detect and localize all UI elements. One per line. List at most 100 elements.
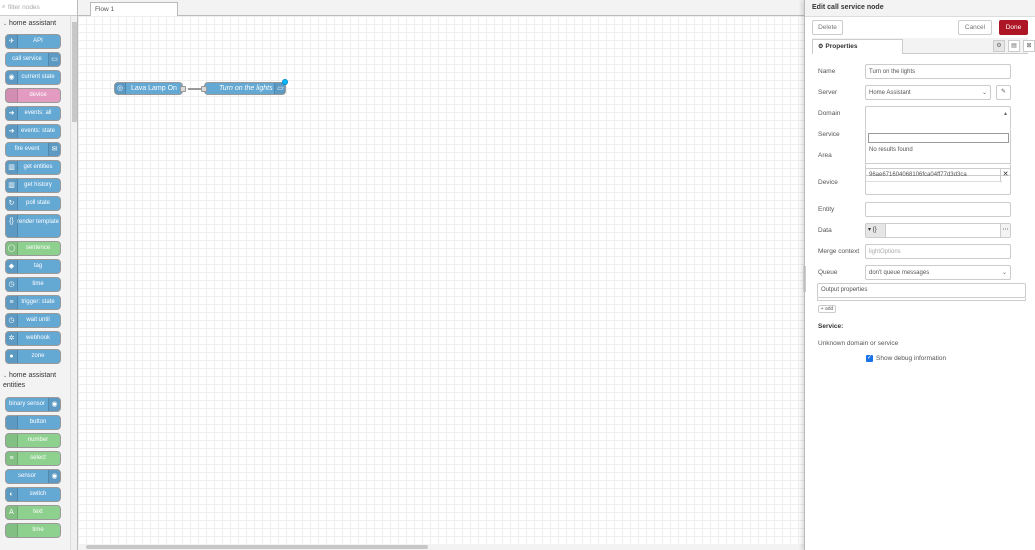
flow-canvas[interactable]: ◎ Lava Lamp On Turn on the lights ▭ [78, 16, 804, 544]
tray-tabs: ⚙ Properties ⚙ ▤ ⊠ [812, 38, 1035, 54]
data-input[interactable]: ▾ {} ⋯ [865, 223, 1011, 238]
domain-select[interactable]: ▴ [865, 106, 1011, 130]
flow-node-lava-lamp-on[interactable]: ◎ Lava Lamp On [114, 82, 186, 95]
palette-node[interactable]: ● zone [5, 349, 61, 364]
palette-node[interactable]: ➜ events: state [5, 124, 61, 139]
unknown-service-text: Unknown domain or service [818, 340, 899, 347]
palette-category[interactable]: ⌄ home assistant entities [0, 367, 70, 397]
server-select-value: Home Assistant [869, 90, 911, 96]
palette-node[interactable]: Atext [5, 505, 61, 520]
canvas-horizontal-scrollbar[interactable] [78, 544, 804, 550]
palette-scrollbar[interactable] [70, 16, 77, 550]
device-label: Device [818, 179, 838, 186]
palette-category[interactable]: ⌄ home assistant [0, 16, 70, 34]
tab-properties[interactable]: ⚙ Properties [812, 39, 903, 54]
palette-node[interactable]: ▥ get entities [5, 160, 61, 175]
node-red-app: ⌕ filter nodes ⌄ home assistant ✈ API ▭ call … [0, 0, 1035, 550]
clock-icon: ◷ [6, 278, 18, 291]
refresh-icon: ↻ [6, 197, 18, 210]
palette-node-label: button [29, 419, 47, 425]
area-label: Area [818, 152, 832, 159]
delete-button[interactable]: Delete [812, 20, 843, 35]
palette-filter[interactable]: ⌕ filter nodes [0, 0, 77, 16]
palette-node[interactable]: ↻ poll state [5, 196, 61, 211]
tab-description-icon[interactable]: ▤ [1008, 40, 1020, 52]
domain-label: Domain [818, 110, 841, 117]
domain-search-input[interactable] [868, 133, 1009, 143]
button-icon [6, 416, 18, 429]
flow-node-turn-on-lights[interactable]: Turn on the lights ▭ [201, 79, 288, 95]
palette-node[interactable]: ◷ wait until [5, 313, 61, 328]
queue-select[interactable]: don't queue messages ⌄ [865, 265, 1011, 280]
edit-server-button[interactable]: ✎ [996, 85, 1011, 100]
server-select[interactable]: Home Assistant ⌄ [865, 85, 991, 100]
webhook-icon: ✲ [6, 332, 18, 345]
palette-node-label: get entities [23, 164, 53, 170]
node-palette: ⌕ filter nodes ⌄ home assistant ✈ API ▭ call … [0, 0, 78, 550]
edit-tray: Edit call service node Delete Cancel Don… [803, 0, 1035, 550]
no-results-text: No results found [869, 147, 913, 153]
event-icon: ✉ [48, 143, 60, 156]
debug-checkbox[interactable]: ✓ [866, 355, 873, 362]
palette-node[interactable]: ◉ sensor [5, 469, 61, 484]
add-output-property-button[interactable]: + add [818, 305, 836, 313]
debug-checkbox-label: Show debug information [876, 355, 947, 362]
router-icon: ▭ [48, 53, 60, 66]
palette-node-label: time [32, 281, 44, 287]
changed-indicator [282, 79, 288, 85]
palette-category-label: home assistant [9, 20, 57, 27]
data-type-selector[interactable]: ▾ {} [866, 224, 886, 237]
input-port[interactable] [201, 86, 207, 92]
palette-node-label: poll state [25, 200, 50, 206]
merge-context-input[interactable]: lightOptions [865, 244, 1011, 259]
gear-icon: ⚙ [818, 44, 824, 50]
entity-input[interactable] [865, 202, 1011, 217]
device-tag: 96ae67160406810​6fca04ff77d3d3ca [866, 169, 1002, 182]
palette-node[interactable]: ◉ current state [5, 70, 61, 85]
history-icon: ▥ [6, 179, 18, 192]
palette-node[interactable]: ✲ webhook [5, 331, 61, 346]
palette-node[interactable]: ≡ select [5, 451, 61, 466]
eye-icon: ◉ [6, 71, 18, 84]
close-icon[interactable]: ✕ [1000, 169, 1010, 182]
palette-node[interactable]: ◐ switch [5, 487, 61, 502]
palette-node[interactable]: ◯ sentence [5, 241, 61, 256]
palette-node-list: ⌄ home assistant ✈ API ▭ call service ◉ current… [0, 16, 70, 550]
queue-label: Queue [818, 269, 838, 276]
palette-node[interactable]: ◉ binary sensor [5, 397, 61, 412]
queue-select-value: don't queue messages [869, 270, 930, 276]
workspace-tabbar: Flow 1 [78, 0, 804, 16]
palette-scrollbar-thumb[interactable] [72, 22, 77, 122]
time-icon [6, 524, 18, 537]
palette-node[interactable]: ✉ fire event [5, 142, 61, 157]
service-heading: Service: [818, 323, 844, 330]
cancel-button[interactable]: Cancel [958, 20, 992, 35]
tab-flow-1[interactable]: Flow 1 [90, 2, 178, 16]
chevron-down-icon: ⌄ [1001, 270, 1007, 276]
palette-node-label: switch [29, 491, 47, 497]
service-label: Service [818, 131, 840, 138]
palette-node[interactable]: device [5, 88, 61, 103]
name-input[interactable]: Turn on the lights [865, 64, 1011, 79]
sensor-icon: ◉ [48, 470, 60, 483]
palette-node[interactable]: ≡ trigger: state [5, 295, 61, 310]
palette-node[interactable]: {} render template [5, 214, 61, 238]
expand-editor-icon[interactable]: ⋯ [1000, 224, 1010, 237]
palette-node[interactable]: ◷ time [5, 277, 61, 292]
palette-node[interactable]: ✈ API [5, 34, 61, 49]
done-button[interactable]: Done [999, 20, 1028, 35]
output-port[interactable] [180, 86, 186, 92]
palette-node[interactable]: ➜ events: all [5, 106, 61, 121]
palette-node[interactable]: button [5, 415, 61, 430]
tab-appearance-icon[interactable]: ⊠ [1023, 40, 1035, 52]
palette-node[interactable]: ▥ get history [5, 178, 61, 193]
palette-node[interactable]: ▭ call service [5, 52, 61, 67]
palette-node[interactable]: time [5, 523, 61, 538]
arrow-icon: ➜ [6, 125, 18, 138]
canvas-scrollbar-thumb[interactable] [86, 545, 428, 549]
palette-node[interactable]: ◆ tag [5, 259, 61, 274]
palette-node-label: get history [24, 182, 52, 188]
tab-settings-icon[interactable]: ⚙ [993, 40, 1005, 52]
device-select[interactable]: 96ae67160406810​6fca04ff77d3d3ca ✕ [865, 168, 1011, 195]
palette-node[interactable]: number [5, 433, 61, 448]
